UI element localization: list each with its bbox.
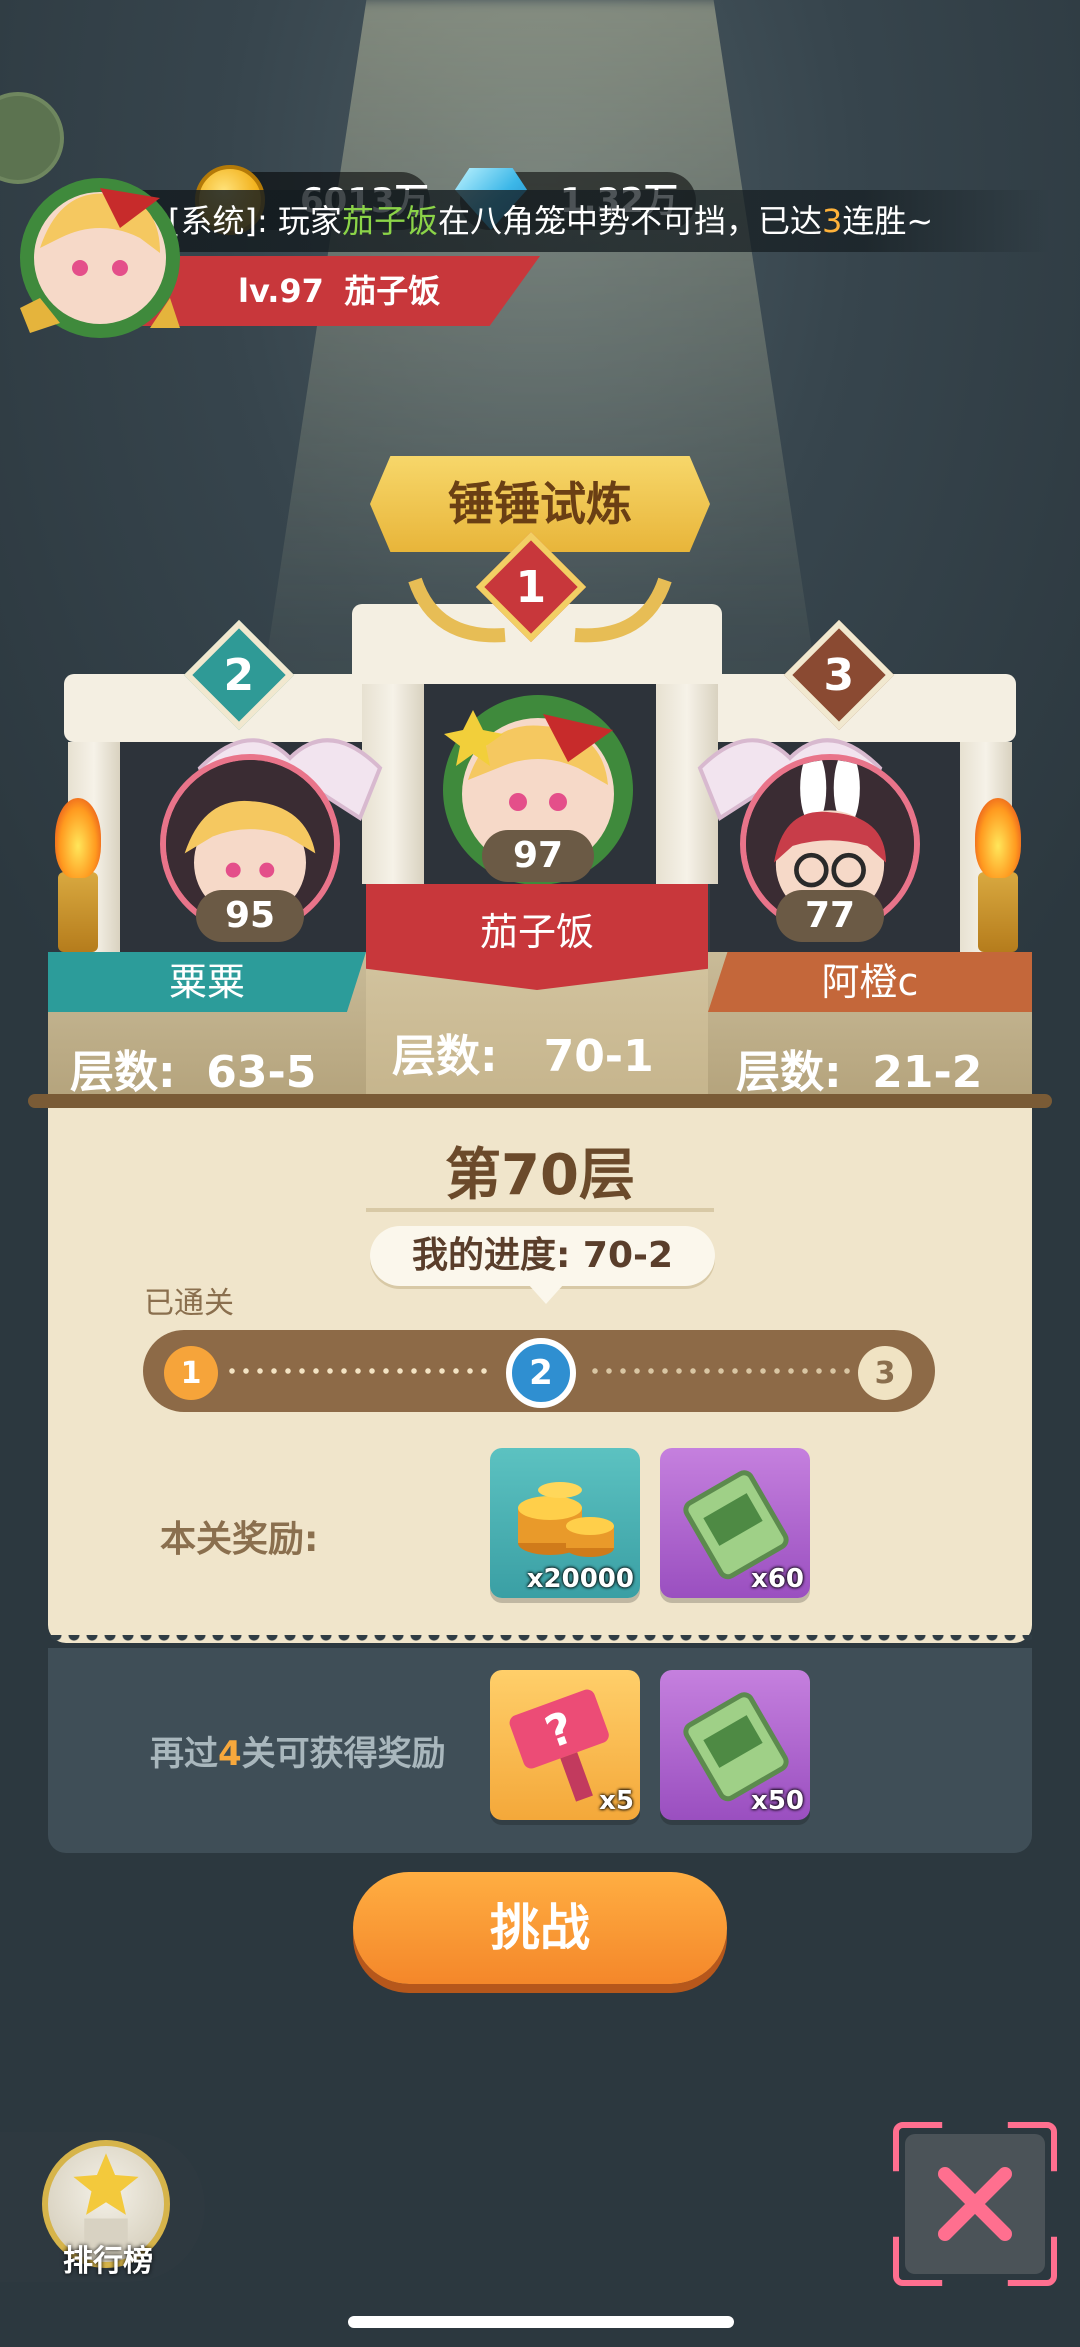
- stage-title: 第70层: [445, 1143, 635, 1208]
- player-level: lv.97: [238, 272, 324, 310]
- torch-stand: [978, 872, 1018, 952]
- event-title-banner: 锤锤试炼: [370, 456, 710, 552]
- torch-stand: [58, 872, 98, 952]
- first-place-name: 茄子饭: [366, 884, 708, 990]
- second-place-stand: 粟粟 层数: 63-5: [48, 952, 366, 1098]
- leaderboard-label: 排行榜: [63, 2244, 153, 2279]
- system-ticker: [系统]: 玩家茄子饭在八角笼中势不可挡，已达3连胜~: [120, 190, 1050, 252]
- floor-value: 70-1: [543, 1031, 654, 1082]
- floor-value: 63-5: [206, 1047, 317, 1098]
- progress-node-1[interactable]: 1: [164, 1346, 218, 1400]
- ticker-player: 茄子饭: [341, 202, 438, 240]
- first-place-stand: 茄子饭 层数: 70-1: [366, 884, 708, 1094]
- third-place-name: 阿橙c: [708, 952, 1032, 1012]
- ticker-suffix: 连胜~: [842, 202, 934, 240]
- reward-count: x60: [751, 1564, 804, 1594]
- third-place-level: 77: [776, 890, 884, 942]
- flame-icon: [975, 798, 1021, 878]
- reward-count: x20000: [526, 1564, 634, 1594]
- floor-label: 层数:: [392, 1031, 498, 1082]
- rank-1-number: 1: [515, 561, 547, 613]
- third-place-stand: 阿橙c 层数: 21-2: [708, 952, 1032, 1098]
- bonus-prefix: 再过: [150, 1734, 218, 1774]
- second-place-floor: 层数: 63-5: [70, 1036, 316, 1100]
- bonus-hammer-tile[interactable]: ? x5: [490, 1670, 640, 1820]
- reward-count: x5: [599, 1786, 634, 1816]
- bonus-scroll-tile[interactable]: x50: [660, 1670, 810, 1820]
- stage-reward-label: 本关奖励:: [160, 1519, 319, 1560]
- challenge-button[interactable]: 挑战: [353, 1872, 727, 1984]
- second-place-name: 粟粟: [48, 952, 366, 1012]
- bonus-hint: 再过4关可获得奖励: [150, 1726, 446, 1775]
- progress-value: 70-2: [582, 1235, 674, 1276]
- podium-shelf: [28, 1094, 1052, 1108]
- third-place-floor: 层数: 21-2: [736, 1036, 982, 1100]
- player-name: 茄子饭: [344, 272, 441, 310]
- floor-value: 21-2: [872, 1047, 983, 1098]
- my-progress-bubble: 我的进度: 70-2: [370, 1226, 715, 1286]
- first-place-level: 97: [482, 830, 594, 882]
- divider: [366, 1208, 714, 1212]
- first-place-floor: 层数: 70-1: [392, 1020, 654, 1084]
- progress-dots-remaining: [588, 1368, 858, 1374]
- player-avatar[interactable]: [0, 158, 200, 358]
- ticker-count: 3: [821, 202, 843, 240]
- floor-label: 层数:: [70, 1047, 176, 1098]
- reward-scroll-tile[interactable]: x60: [660, 1448, 810, 1598]
- close-button[interactable]: [905, 2134, 1045, 2274]
- event-title: 锤锤试炼: [448, 477, 632, 531]
- panel-scallop-edge: [48, 1635, 1032, 1651]
- bonus-count: 4: [218, 1734, 242, 1774]
- ticker-middle: 在八角笼中势不可挡，已达: [437, 202, 822, 240]
- progress-node-3[interactable]: 3: [858, 1346, 912, 1400]
- rank-2-number: 2: [223, 649, 255, 701]
- close-icon: [938, 2167, 1012, 2241]
- passed-label: 已通关: [144, 1286, 234, 1321]
- flame-icon: [55, 798, 101, 878]
- reward-coins-tile[interactable]: x20000: [490, 1448, 640, 1598]
- bubble-pointer: [528, 1284, 564, 1304]
- progress-dots-done: [225, 1368, 495, 1374]
- second-place-level: 95: [196, 890, 304, 942]
- floor-label: 层数:: [736, 1047, 842, 1098]
- bonus-suffix: 关可获得奖励: [241, 1734, 446, 1774]
- reward-count: x50: [751, 1786, 804, 1816]
- home-indicator[interactable]: [348, 2316, 734, 2328]
- progress-node-2-current[interactable]: 2: [506, 1338, 576, 1408]
- progress-label: 我的进度:: [411, 1235, 571, 1276]
- rank-3-number: 3: [823, 649, 855, 701]
